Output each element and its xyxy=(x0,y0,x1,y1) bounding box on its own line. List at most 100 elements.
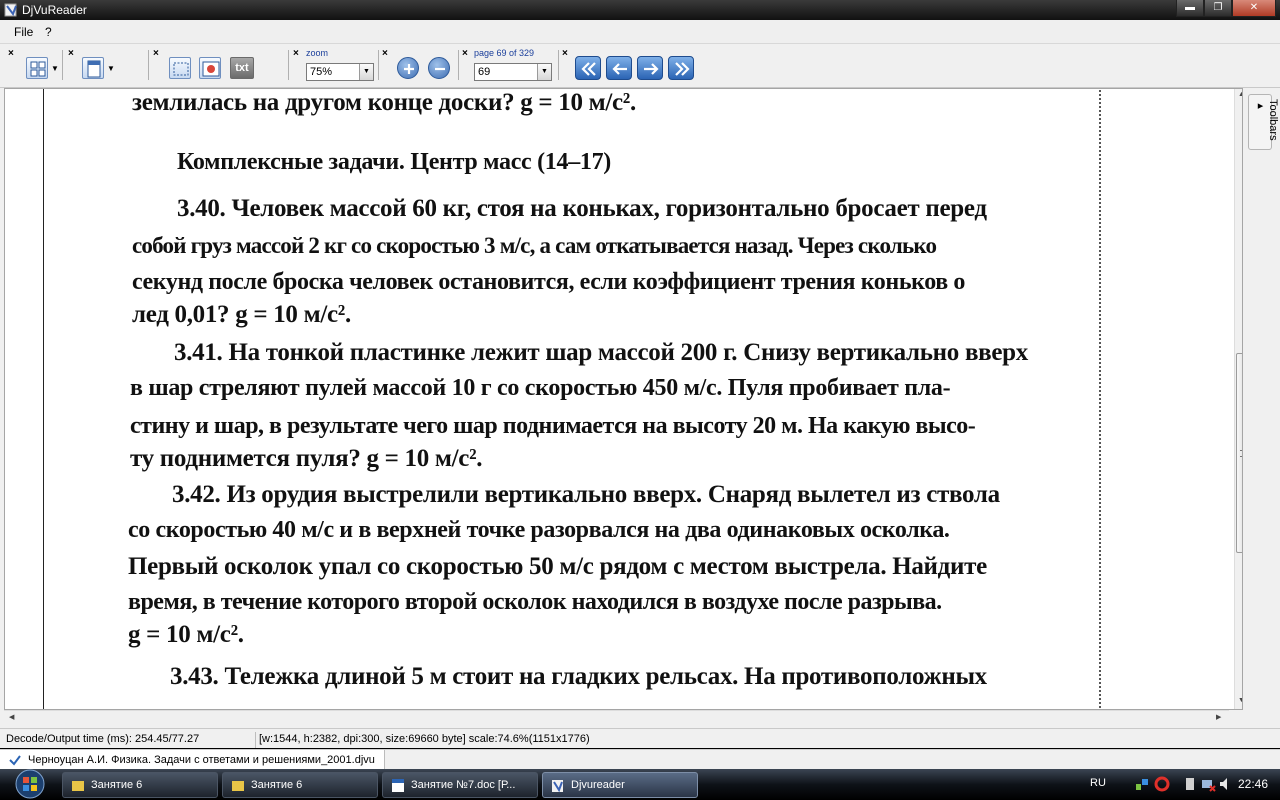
prev-page-button[interactable] xyxy=(606,56,632,80)
taskbar-item[interactable]: Занятие 6 xyxy=(222,772,378,798)
taskbar-clock[interactable]: 22:46 xyxy=(1238,777,1268,791)
toolbar-separator xyxy=(458,50,459,80)
toolbar-separator xyxy=(378,50,379,80)
taskbar-item-label: Занятие 6 xyxy=(91,779,143,791)
zoom-out-button[interactable] xyxy=(428,57,450,79)
document-line: ту поднимется пуля? g = 10 м/с². xyxy=(130,445,483,472)
network-tray-icon[interactable] xyxy=(1134,776,1150,792)
minimize-button[interactable]: ▬ xyxy=(1176,0,1204,17)
document-line: время, в течение которого второй осколок… xyxy=(128,589,942,615)
group-close-icon[interactable]: × xyxy=(68,48,74,59)
checkmark-icon xyxy=(9,755,21,766)
document-line: собой груз массой 2 кг со скоростью 3 м/… xyxy=(132,233,937,258)
menu-help[interactable]: ? xyxy=(45,25,52,39)
group-close-icon[interactable]: × xyxy=(8,48,14,59)
first-page-button[interactable] xyxy=(575,56,601,80)
opera-tray-icon[interactable] xyxy=(1154,776,1170,792)
page-icon xyxy=(87,60,101,78)
taskbar: Занятие 6 Занятие 6 Занятие №7.doc [Р...… xyxy=(0,769,1280,800)
language-indicator[interactable]: RU xyxy=(1090,777,1106,789)
page-mode-button[interactable] xyxy=(82,57,104,79)
document-line: 3.43. Тележка длиной 5 м стоит на гладки… xyxy=(170,663,987,690)
image-mode-button[interactable] xyxy=(199,57,221,79)
document-viewport[interactable]: землилась на другом конце доски? g = 10 … xyxy=(4,88,1243,710)
folder-icon xyxy=(232,781,244,791)
scroll-right-icon[interactable]: ▶ xyxy=(1216,713,1221,721)
layout-icon xyxy=(30,61,46,77)
toolbars-panel-tab[interactable]: Toolbars ▸ xyxy=(1248,94,1279,150)
main-area: землилась на другом конце доски? g = 10 … xyxy=(0,88,1280,728)
chevron-down-icon[interactable]: ▼ xyxy=(107,64,115,73)
toolbar-group-navigation: × xyxy=(562,48,702,86)
network-warning-icon[interactable] xyxy=(1200,776,1216,792)
taskbar-item[interactable]: Занятие №7.doc [Р... xyxy=(382,772,538,798)
zoom-label: zoom xyxy=(306,48,329,58)
select-rect-icon xyxy=(173,62,189,76)
taskbar-item[interactable]: Занятие 6 xyxy=(62,772,218,798)
toolbar-separator xyxy=(62,50,63,80)
title-bar: DjVuReader ▬ ❐ ✕ xyxy=(0,0,1280,20)
scroll-left-icon[interactable]: ◀ xyxy=(9,713,14,721)
scrollbar-thumb[interactable] xyxy=(1236,353,1242,553)
group-close-icon[interactable]: × xyxy=(153,48,159,59)
menu-file[interactable]: File xyxy=(14,25,33,39)
document-line: в шар стреляют пулей массой 10 г со скор… xyxy=(130,375,951,401)
menu-bar: File ? xyxy=(0,20,1280,44)
group-close-icon[interactable]: × xyxy=(293,48,299,59)
document-page: землилась на другом конце доски? g = 10 … xyxy=(43,89,1101,709)
taskbar-item-label: Занятие 6 xyxy=(251,779,303,791)
document-line: землилась на другом конце доски? g = 10 … xyxy=(132,89,636,116)
document-tab[interactable]: Черноуцан А.И. Физика. Задачи с ответами… xyxy=(0,750,385,770)
page-value: 69 xyxy=(478,66,491,78)
chevron-down-icon[interactable]: ▼ xyxy=(51,64,59,73)
chevron-down-icon[interactable]: ▼ xyxy=(359,64,373,80)
zoom-out-icon xyxy=(435,67,445,71)
scroll-up-icon[interactable]: ▲ xyxy=(1238,91,1242,98)
group-close-icon[interactable]: × xyxy=(462,48,468,59)
toolbars-label: Toolbars ▸ xyxy=(1254,99,1279,141)
toolbar-separator xyxy=(148,50,149,80)
maximize-button[interactable]: ❐ xyxy=(1204,0,1232,17)
text-mode-button[interactable]: txt xyxy=(230,57,254,79)
zoom-in-button[interactable] xyxy=(397,57,419,79)
folder-icon xyxy=(72,781,84,791)
toolbar-group-zoom-buttons: × xyxy=(382,48,458,86)
close-button[interactable]: ✕ xyxy=(1232,0,1276,17)
group-close-icon[interactable]: × xyxy=(562,48,568,59)
zoom-select[interactable]: 75% ▼ xyxy=(306,63,374,81)
taskbar-item-label: Djvureader xyxy=(571,779,625,791)
horizontal-scrollbar[interactable]: ◀ ▶ xyxy=(4,710,1229,724)
last-page-button[interactable] xyxy=(668,56,694,80)
document-line: g = 10 м/с². xyxy=(128,621,244,648)
decode-time-status: Decode/Output time (ms): 254.45/77.27 xyxy=(6,733,200,745)
vertical-scrollbar[interactable]: ▲ ▼ xyxy=(1234,89,1242,709)
group-close-icon[interactable]: × xyxy=(382,48,388,59)
status-bar: Decode/Output time (ms): 254.45/77.27 [w… xyxy=(0,728,1280,748)
next-page-button[interactable] xyxy=(637,56,663,80)
document-line: со скоростью 40 м/с и в верхней точке ра… xyxy=(128,517,950,543)
taskbar-item-active[interactable]: Djvureader xyxy=(542,772,698,798)
volume-icon[interactable] xyxy=(1218,776,1234,792)
first-page-icon xyxy=(581,62,596,76)
select-rect-button[interactable] xyxy=(169,57,191,79)
toolbar-separator xyxy=(288,50,289,80)
image-info-status: [w:1544, h:2382, dpi:300, size:69660 byt… xyxy=(255,732,590,748)
word-document-icon xyxy=(392,779,404,792)
section-heading: Комплексные задачи. Центр масс (14–17) xyxy=(177,149,611,175)
zoom-in-icon xyxy=(404,64,414,74)
device-tray-icon[interactable] xyxy=(1182,776,1198,792)
document-line: лед 0,01? g = 10 м/с². xyxy=(132,301,351,328)
page-select[interactable]: 69 ▼ xyxy=(474,63,552,81)
start-orb-icon[interactable] xyxy=(4,769,56,800)
document-line: секунд после броска человек остановится,… xyxy=(132,269,966,295)
window-title: DjVuReader xyxy=(22,3,87,17)
scroll-down-icon[interactable]: ▼ xyxy=(1238,697,1242,704)
app-icon xyxy=(552,780,563,793)
page-count-label: page 69 of 329 xyxy=(474,48,535,58)
prev-page-icon xyxy=(612,63,627,75)
layout-button[interactable] xyxy=(26,57,48,79)
next-page-icon xyxy=(644,63,659,75)
document-line: 3.42. Из орудия выстрелили вертикально в… xyxy=(172,481,1000,508)
chevron-down-icon[interactable]: ▼ xyxy=(537,64,551,80)
app-icon xyxy=(4,3,17,17)
